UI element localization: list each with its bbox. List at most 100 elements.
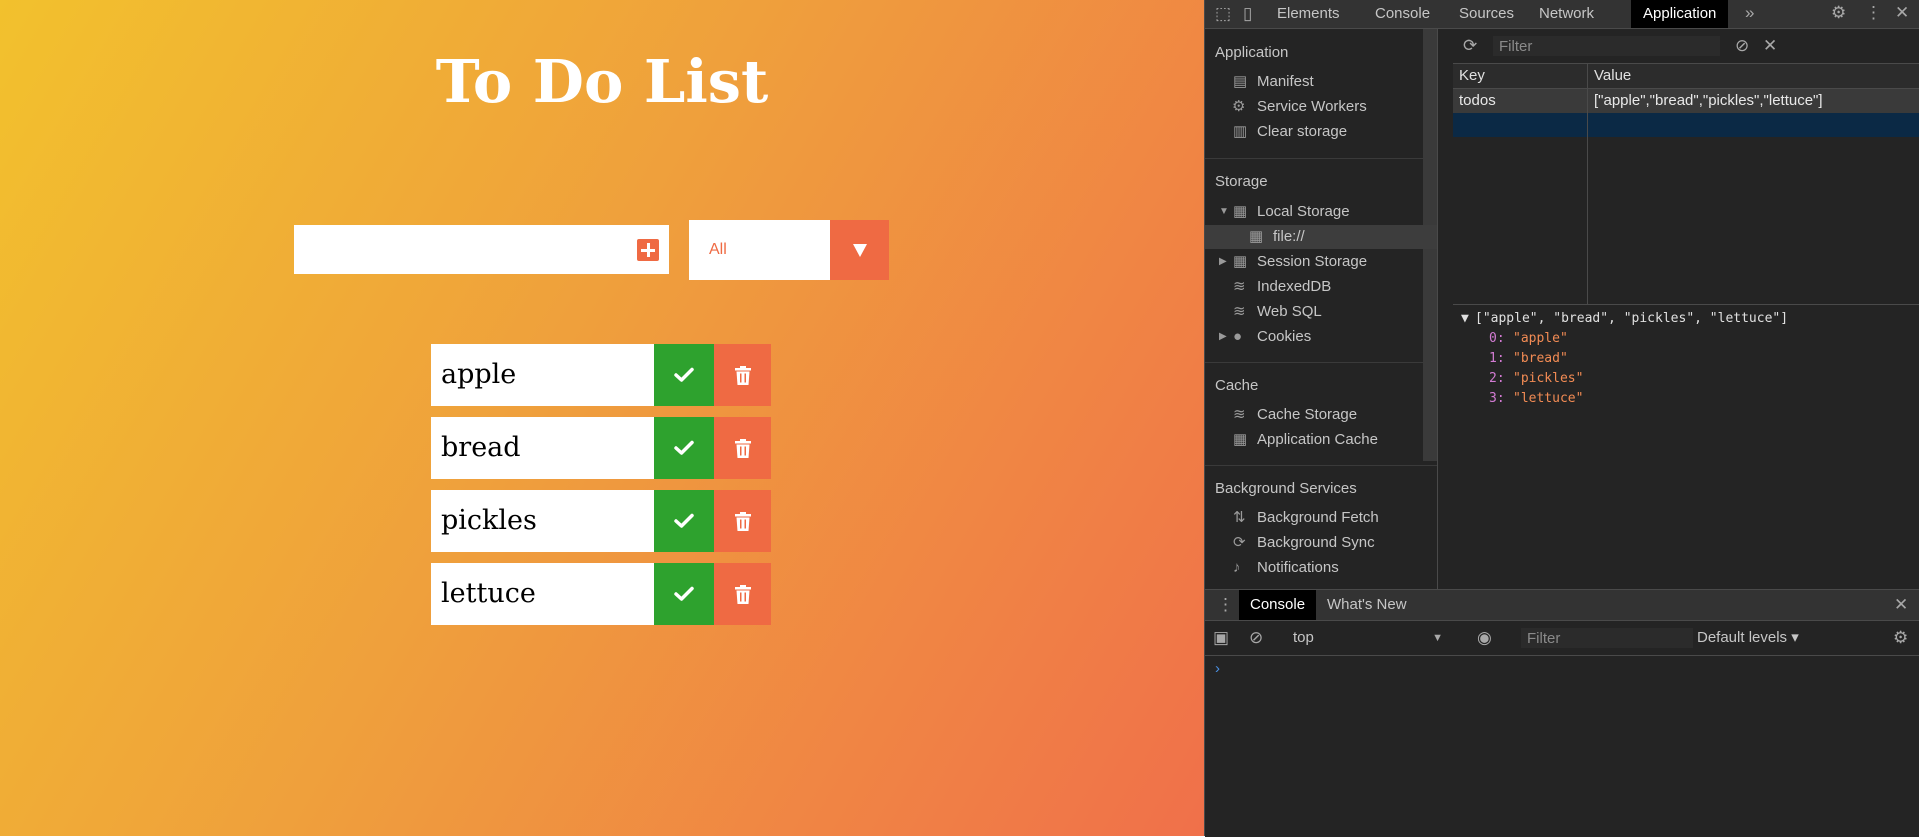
delete-button[interactable] — [714, 490, 771, 552]
device-toolbar-icon[interactable]: ▯ — [1243, 4, 1252, 24]
dropdown-arrow[interactable] — [830, 220, 889, 280]
table-row-empty-selected[interactable] — [1453, 113, 1919, 137]
drawer-tab-whats-new[interactable]: What's New — [1316, 590, 1418, 620]
sidebar-item-label: Manifest — [1257, 73, 1314, 90]
caret-down-icon — [852, 243, 867, 257]
storage-filter-input[interactable] — [1493, 36, 1720, 56]
devtools-tabbar: ⬚ ▯ Elements Console Sources Network App… — [1205, 0, 1919, 29]
sidebar-item-websql[interactable]: ≋ Web SQL — [1205, 300, 1437, 324]
table-row[interactable]: todos ["apple","bread","pickles","lettuc… — [1453, 89, 1919, 113]
application-sidebar: Application ▤ Manifest ⚙ Service Workers… — [1205, 29, 1438, 589]
todo-item: lettuce — [431, 563, 771, 625]
sidebar-item-cache-storage[interactable]: ≋ Cache Storage — [1205, 403, 1437, 427]
document-icon: ▤ — [1233, 73, 1248, 90]
tab-application[interactable]: Application — [1631, 0, 1729, 28]
todo-input-container — [294, 225, 669, 274]
delete-button[interactable] — [714, 417, 771, 479]
section-header-application: Application — [1215, 44, 1289, 61]
key-value-table: Key Value todos ["apple","bread","pickle… — [1453, 64, 1919, 305]
sidebar-item-indexeddb[interactable]: ≋ IndexedDB — [1205, 275, 1437, 299]
filter-select[interactable]: All — [689, 220, 889, 280]
table-icon: ▦ — [1233, 431, 1248, 448]
todo-list: apple bread pickles lettuce — [431, 344, 771, 636]
sidebar-item-label: Notifications — [1257, 559, 1339, 576]
page-title: To Do List — [435, 47, 769, 116]
tab-console[interactable]: Console — [1363, 0, 1442, 28]
sidebar-item-background-sync[interactable]: ⟳ Background Sync — [1205, 531, 1437, 555]
drawer-menu-icon[interactable]: ⋮ — [1217, 595, 1234, 615]
check-icon — [674, 367, 694, 382]
refresh-icon[interactable]: ⟳ — [1463, 36, 1477, 56]
trash-icon — [734, 584, 751, 604]
console-filter-input[interactable] — [1521, 628, 1693, 648]
todo-input[interactable] — [294, 225, 644, 274]
console-drawer: ⋮ Console What's New ✕ ▣ ⊘ top ▼ ◉ Defau… — [1205, 589, 1919, 837]
tab-network[interactable]: Network — [1527, 0, 1606, 28]
context-selector[interactable]: top ▼ — [1293, 628, 1453, 648]
section-header-storage: Storage — [1215, 173, 1268, 190]
preview-index: 1: — [1489, 351, 1505, 366]
log-levels-dropdown[interactable]: Default levels ▾ — [1697, 628, 1799, 648]
preview-value: "bread" — [1513, 351, 1568, 366]
column-header-key[interactable]: Key — [1459, 64, 1485, 88]
section-header-background-services: Background Services — [1215, 480, 1357, 497]
sidebar-item-background-fetch[interactable]: ⇅ Background Fetch — [1205, 506, 1437, 530]
table-icon: ▦ — [1249, 228, 1264, 245]
todo-item: apple — [431, 344, 771, 406]
more-tabs-icon[interactable]: » — [1745, 3, 1754, 23]
collapsed-triangle-icon[interactable]: ▶ — [1219, 250, 1227, 274]
check-icon — [674, 440, 694, 455]
column-header-value[interactable]: Value — [1594, 64, 1631, 88]
clear-all-icon[interactable]: ⊘ — [1735, 36, 1749, 56]
sidebar-item-local-storage[interactable]: ▼ ▦ Local Storage — [1205, 200, 1437, 224]
preview-index: 3: — [1489, 391, 1505, 406]
console-prompt[interactable]: › — [1215, 660, 1220, 677]
todo-item: bread — [431, 417, 771, 479]
preview-value: "pickles" — [1513, 371, 1584, 386]
sidebar-item-cookies[interactable]: ▶ ● Cookies — [1205, 325, 1437, 349]
gear-icon: ⚙ — [1232, 98, 1246, 115]
delete-button[interactable] — [714, 344, 771, 406]
complete-button[interactable] — [654, 490, 714, 552]
sidebar-item-label: Background Sync — [1257, 534, 1375, 551]
settings-gear-icon[interactable]: ⚙ — [1831, 3, 1846, 23]
drawer-tab-console[interactable]: Console — [1239, 590, 1317, 620]
cell-key: todos — [1459, 92, 1496, 109]
add-todo-button[interactable] — [637, 239, 659, 261]
complete-button[interactable] — [654, 344, 714, 406]
tab-elements[interactable]: Elements — [1265, 0, 1352, 28]
close-drawer-icon[interactable]: ✕ — [1894, 595, 1908, 615]
storage-view: ⟳ ⊘ ✕ Key Value todos ["apple","bread","… — [1453, 29, 1919, 589]
sidebar-item-clear-storage[interactable]: ▥ Clear storage — [1205, 120, 1437, 144]
collapsed-triangle-icon[interactable]: ▶ — [1219, 325, 1227, 349]
sidebar-item-manifest[interactable]: ▤ Manifest — [1205, 70, 1437, 94]
todo-text: bread — [441, 432, 521, 463]
sidebar-item-service-workers[interactable]: ⚙ Service Workers — [1205, 95, 1437, 119]
close-devtools-icon[interactable]: ✕ — [1895, 3, 1909, 23]
sidebar-item-label: Web SQL — [1257, 303, 1322, 320]
clear-console-icon[interactable]: ⊘ — [1249, 628, 1263, 648]
sidebar-item-local-origin[interactable]: ▦ file:// — [1205, 225, 1437, 249]
complete-button[interactable] — [654, 417, 714, 479]
sidebar-item-application-cache[interactable]: ▦ Application Cache — [1205, 428, 1437, 452]
preview-summary: ["apple", "bread", "pickles", "lettuce"] — [1475, 311, 1789, 326]
console-settings-gear-icon[interactable]: ⚙ — [1893, 628, 1908, 648]
cell-value: ["apple","bread","pickles","lettuce"] — [1594, 92, 1823, 109]
sidebar-item-notifications[interactable]: ♪ Notifications — [1205, 556, 1437, 580]
tab-sources[interactable]: Sources — [1447, 0, 1526, 28]
expanded-triangle-icon[interactable]: ▼ — [1219, 200, 1229, 224]
sidebar-toggle-icon[interactable]: ▣ — [1213, 628, 1229, 648]
drawer-tabbar: ⋮ Console What's New ✕ — [1205, 590, 1919, 621]
inspect-element-icon[interactable]: ⬚ — [1215, 4, 1231, 24]
complete-button[interactable] — [654, 563, 714, 625]
up-down-arrows-icon: ⇅ — [1233, 509, 1246, 526]
preview-value: "apple" — [1513, 331, 1568, 346]
database-icon: ≋ — [1233, 406, 1246, 423]
sidebar-item-session-storage[interactable]: ▶ ▦ Session Storage — [1205, 250, 1437, 274]
eye-icon[interactable]: ◉ — [1477, 628, 1492, 648]
preview-toggle-icon[interactable]: ▼ — [1461, 309, 1469, 329]
kebab-menu-icon[interactable]: ⋮ — [1865, 3, 1882, 23]
delete-selected-icon[interactable]: ✕ — [1763, 36, 1777, 56]
delete-button[interactable] — [714, 563, 771, 625]
divider — [1205, 158, 1437, 159]
